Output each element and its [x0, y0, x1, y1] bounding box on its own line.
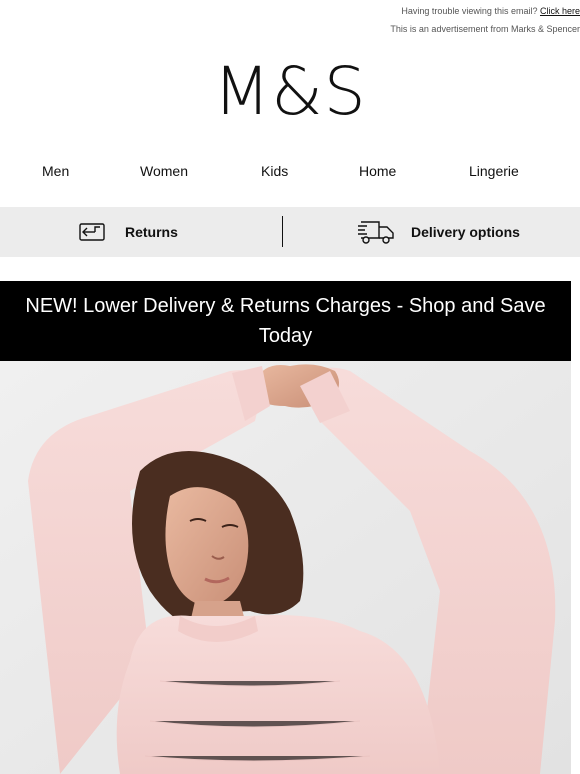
nav-item-men[interactable]: Men — [42, 163, 69, 179]
main-nav: Men Women Kids Home Lingerie — [0, 163, 580, 185]
nav-item-women[interactable]: Women — [140, 163, 188, 179]
advertisement-notice: This is an advertisement from Marks & Sp… — [390, 24, 580, 34]
trouble-text: Having trouble viewing this email? — [401, 6, 538, 16]
promo-banner[interactable]: NEW! Lower Delivery & Returns Charges - … — [0, 281, 571, 361]
brand-logo[interactable]: M&S — [0, 52, 580, 132]
preheader-trouble-line: Having trouble viewing this email? Click… — [401, 6, 580, 16]
delivery-truck-icon — [357, 218, 395, 246]
utility-bar: Returns Delivery options — [0, 207, 580, 257]
delivery-options-label: Delivery options — [411, 224, 520, 240]
nav-item-lingerie[interactable]: Lingerie — [469, 163, 519, 179]
utility-divider — [282, 216, 283, 247]
promo-banner-text: NEW! Lower Delivery & Returns Charges - … — [25, 295, 546, 347]
hero-image[interactable] — [0, 361, 571, 774]
nav-item-home[interactable]: Home — [359, 163, 396, 179]
nav-item-kids[interactable]: Kids — [261, 163, 288, 179]
model-in-pink-sweater — [0, 361, 571, 774]
returns-label: Returns — [125, 224, 178, 240]
click-here-link[interactable]: Click here — [540, 6, 580, 16]
returns-icon — [78, 220, 106, 244]
delivery-options-link[interactable]: Delivery options — [357, 207, 520, 257]
returns-link[interactable]: Returns — [78, 207, 178, 257]
